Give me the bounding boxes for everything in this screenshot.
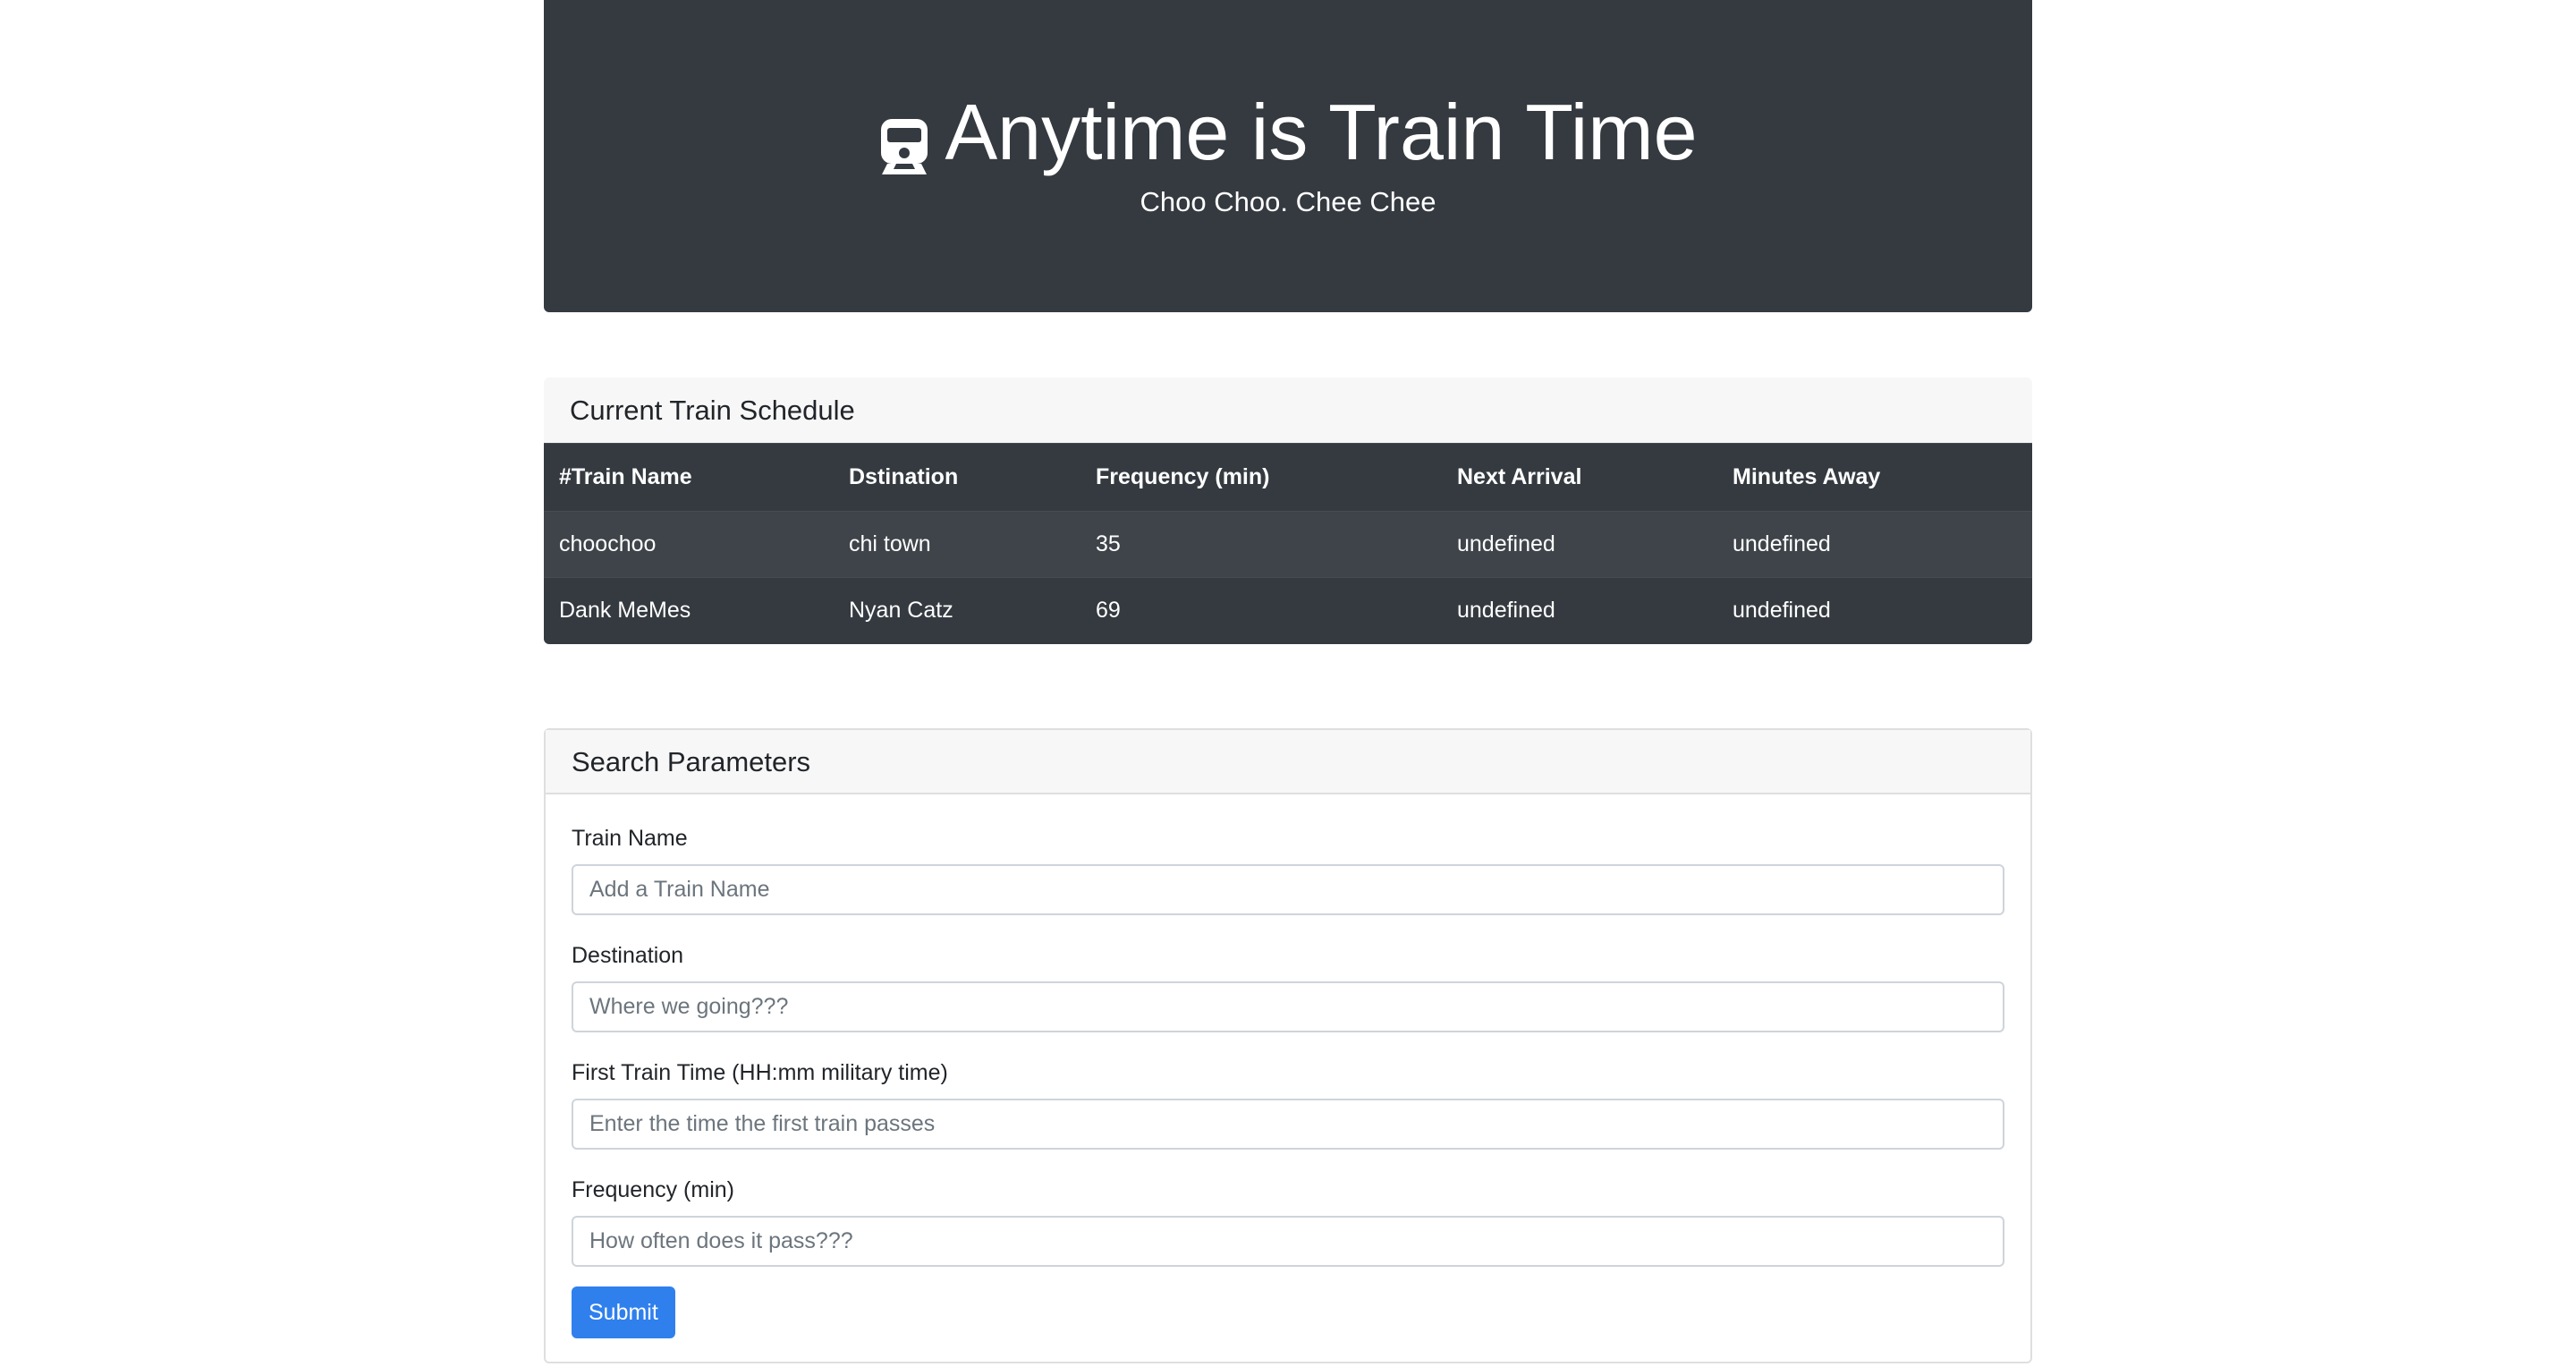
frequency-label: Frequency (min) — [572, 1177, 734, 1202]
cell-train-name: Dank MeMes — [544, 577, 834, 644]
table-header-row: #Train Name Dstination Frequency (min) N… — [544, 443, 2032, 512]
schedule-card: Current Train Schedule #Train Name Dstin… — [544, 378, 2032, 644]
column-header-minutes-away: Minutes Away — [1717, 443, 2032, 512]
page-title-text: Anytime is Train Time — [945, 88, 1698, 176]
search-form: Train Name Destination First Train Time … — [546, 825, 2030, 1338]
cell-destination: Nyan Catz — [834, 577, 1080, 644]
column-header-destination: Dstination — [834, 443, 1080, 512]
destination-input[interactable] — [572, 981, 2004, 1032]
cell-next-arrival: undefined — [1442, 577, 1717, 644]
cell-minutes-away: undefined — [1717, 577, 2032, 644]
cell-next-arrival: undefined — [1442, 511, 1717, 578]
destination-label: Destination — [572, 943, 684, 968]
train-name-input[interactable] — [572, 864, 2004, 915]
page-title: Anytime is Train Time — [544, 86, 2032, 179]
table-row: Dank MeMes Nyan Catz 69 undefined undefi… — [544, 577, 2032, 644]
schedule-table: #Train Name Dstination Frequency (min) N… — [544, 443, 2032, 644]
jumbotron-header: Anytime is Train Time Choo Choo. Chee Ch… — [544, 0, 2032, 312]
first-train-time-input[interactable] — [572, 1099, 2004, 1150]
column-header-train-name: #Train Name — [544, 443, 834, 512]
table-row: choochoo chi town 35 undefined undefined — [544, 511, 2032, 578]
cell-minutes-away: undefined — [1717, 511, 2032, 578]
page-subtitle: Choo Choo. Chee Chee — [1140, 186, 1436, 217]
search-heading: Search Parameters — [546, 730, 2030, 794]
search-card: Search Parameters Train Name Destination… — [544, 728, 2032, 1363]
cell-destination: chi town — [834, 511, 1080, 578]
train-name-label: Train Name — [572, 826, 688, 851]
column-header-frequency: Frequency (min) — [1080, 443, 1442, 512]
frequency-input[interactable] — [572, 1216, 2004, 1267]
cell-frequency: 35 — [1080, 511, 1442, 578]
cell-frequency: 69 — [1080, 577, 1442, 644]
cell-train-name: choochoo — [544, 511, 834, 578]
train-icon — [878, 103, 930, 174]
schedule-heading: Current Train Schedule — [544, 378, 2032, 443]
first-train-time-label: First Train Time (HH:mm military time) — [572, 1060, 948, 1085]
submit-button[interactable]: Submit — [572, 1286, 675, 1338]
column-header-next-arrival: Next Arrival — [1442, 443, 1717, 512]
